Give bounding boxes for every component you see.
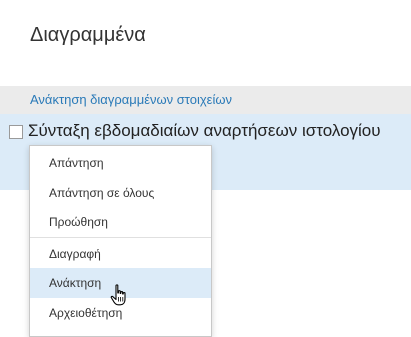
context-menu: Απάντηση Απάντηση σε όλους Προώθηση Διαγ… <box>29 145 212 337</box>
menu-item-label: Αρχειοθέτηση <box>49 306 123 320</box>
menu-item-reply-all[interactable]: Απάντηση σε όλους <box>30 178 211 208</box>
menu-item-label: Ανάκτηση <box>49 276 102 290</box>
menu-item-label: Διαγραφή <box>49 247 101 261</box>
menu-item-forward[interactable]: Προώθηση <box>30 207 211 237</box>
menu-item-reply[interactable]: Απάντηση <box>30 148 211 178</box>
restore-deleted-items-link[interactable]: Ανάκτηση διαγραμμένων στοιχείων <box>30 92 232 107</box>
menu-item-delete[interactable]: Διαγραφή <box>30 239 211 269</box>
message-subject[interactable]: Σύνταξη εβδομαδιαίων αναρτήσεων ιστολογί… <box>28 121 381 141</box>
menu-separator <box>30 237 211 238</box>
hand-pointer-icon <box>110 284 126 306</box>
menu-item-label: Προώθηση <box>49 215 108 229</box>
menu-item-label: Απάντηση <box>49 156 104 170</box>
page-title: Διαγραμμένα <box>30 24 146 46</box>
menu-item-label: Απάντηση σε όλους <box>49 186 155 200</box>
message-checkbox[interactable] <box>9 125 23 139</box>
